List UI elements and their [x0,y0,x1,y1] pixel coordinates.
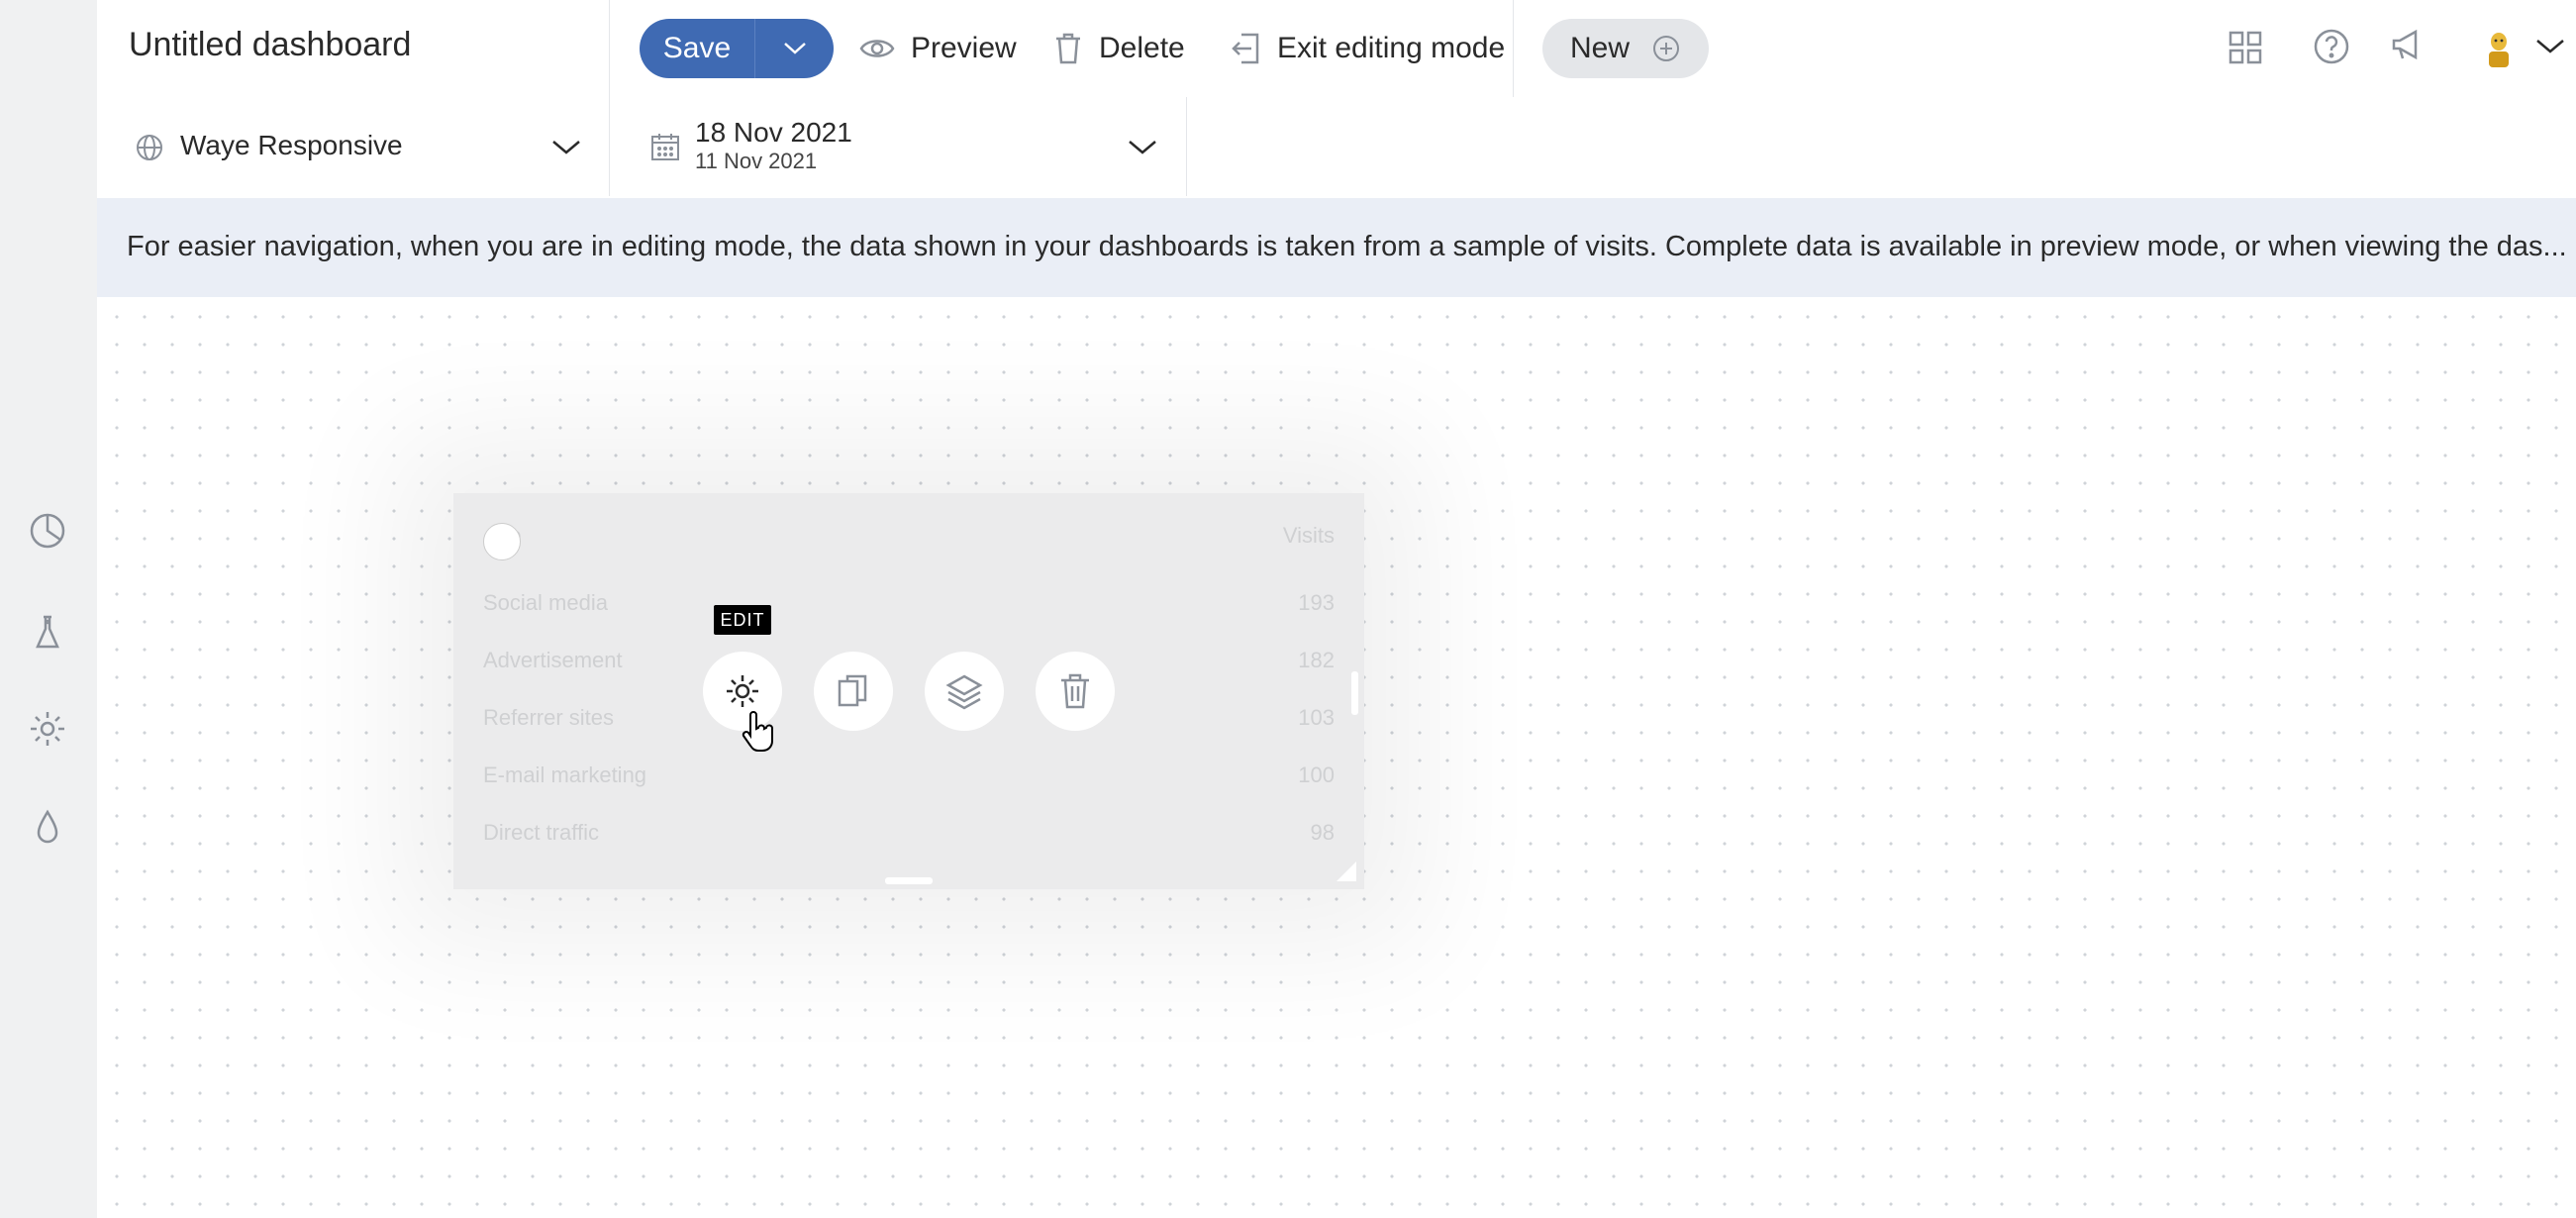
delete-widget-button[interactable] [1036,652,1115,731]
exit-editing-label: Exit editing mode [1277,32,1506,64]
date-range-comparison: 11 Nov 2021 [695,149,818,173]
left-navigation-rail [0,0,97,1218]
gear-icon [727,675,758,707]
row-value: 103 [1298,705,1335,730]
megaphone-icon[interactable] [2390,28,2427,68]
site-selector-chevron-icon [550,137,582,163]
widget-header-row: rce Visits [483,523,1335,549]
date-selector-chevron-icon [1127,137,1158,163]
toolbar-divider [1513,0,1514,97]
table-widget[interactable]: rce Visits Social media 193 Advertisemen… [453,493,1364,889]
table-row: E-mail marketing 100 [483,762,1335,788]
duplicate-icon [838,674,867,707]
row-label: E-mail marketing [483,762,647,787]
delete-button[interactable]: Delete [1053,19,1185,78]
grid-icon[interactable] [2228,30,2263,70]
row-value: 98 [1310,820,1335,845]
delete-label: Delete [1099,32,1185,64]
table-row: Social media 193 [483,590,1335,616]
trash-icon [1061,673,1089,709]
avatar[interactable] [2481,28,2517,76]
gear-icon[interactable] [26,707,69,751]
banner-text: For easier navigation, when you are in e… [127,231,2567,262]
edit-tooltip: EDIT [714,605,771,635]
row-label: Advertisement [483,648,623,672]
preview-label: Preview [911,32,1017,64]
chevron-down-icon [783,43,806,54]
table-row: Direct traffic 98 [483,820,1335,846]
layers-widget-button[interactable] [925,652,1004,731]
globe-icon [135,133,164,167]
resize-handle-bottom[interactable] [885,877,933,884]
dashboard-title[interactable]: Untitled dashboard [129,26,411,64]
save-options-dropdown[interactable] [754,19,834,78]
row-value: 182 [1298,648,1335,672]
hand-cursor-icon [741,711,776,758]
exit-editing-button[interactable]: Exit editing mode [1230,19,1505,78]
save-button-group: Save [640,19,834,78]
table-row: Referrer sites 103 [483,705,1335,731]
account-menu-chevron-icon[interactable] [2534,36,2566,62]
resize-handle-corner[interactable] [1335,860,1358,888]
save-button[interactable]: Save [640,32,754,65]
plus-circle-icon [1653,36,1680,61]
new-button[interactable]: New [1542,19,1709,78]
pie-chart-icon[interactable] [26,509,69,553]
layers-icon [945,674,983,710]
calendar-icon [649,131,681,167]
widget-header-visits: Visits [1282,523,1335,548]
row-label: Social media [483,590,608,615]
exit-icon [1232,33,1259,64]
duplicate-widget-button[interactable] [814,652,893,731]
flask-icon[interactable] [26,610,69,654]
eye-icon [859,40,895,57]
site-selector-value: Waye Responsive [180,130,403,160]
row-label: Direct traffic [483,820,599,845]
date-range-primary: 18 Nov 2021 [695,117,852,148]
table-row: Advertisement 182 [483,648,1335,673]
preview-button[interactable]: Preview [859,19,1017,78]
row-value: 193 [1298,590,1335,615]
resize-handle-right[interactable] [1351,671,1358,715]
drop-icon[interactable] [26,806,69,850]
widget-select-radio[interactable] [483,523,521,560]
new-label: New [1570,32,1631,64]
row-value: 100 [1298,762,1335,787]
row-label: Referrer sites [483,705,615,730]
trash-icon [1056,33,1080,64]
help-icon[interactable] [2313,28,2350,70]
